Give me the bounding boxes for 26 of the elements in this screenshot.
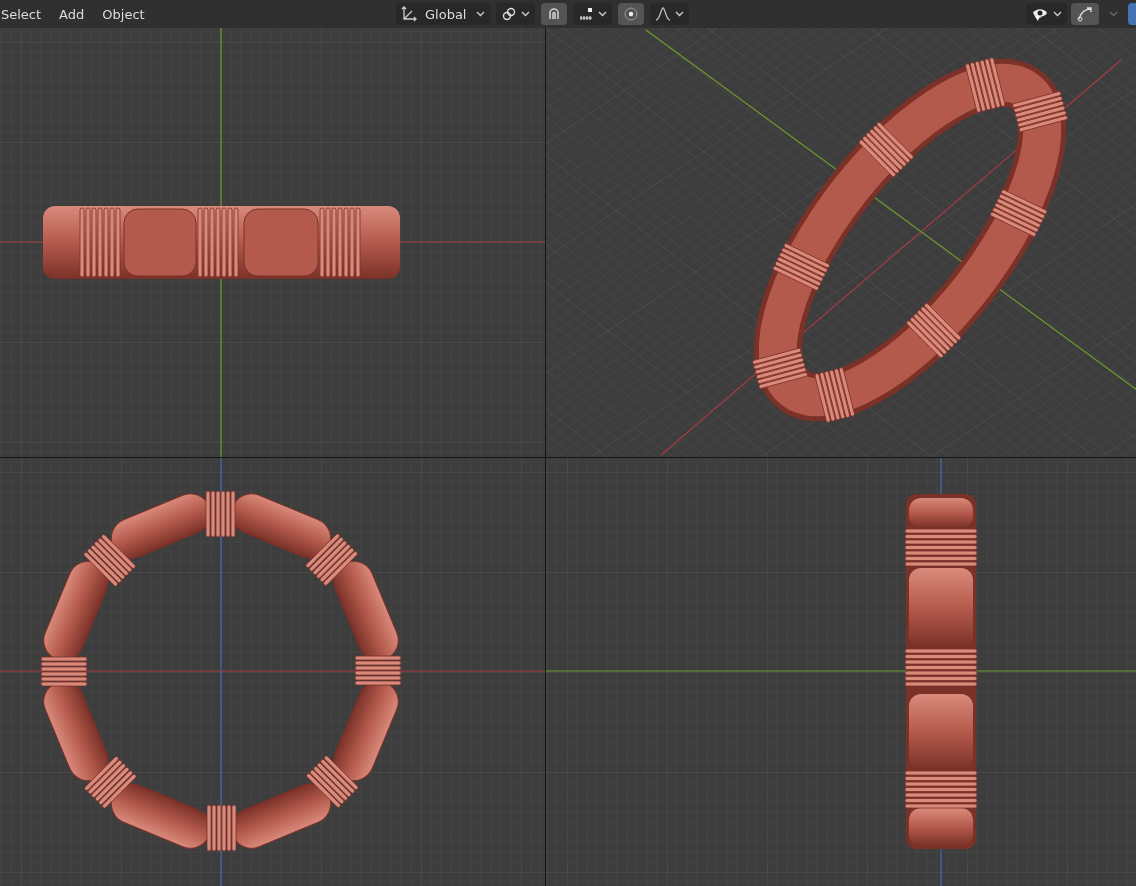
toggle-button[interactable] — [618, 3, 644, 25]
proportional-edit-icon — [623, 6, 639, 22]
dropdown-button[interactable] — [496, 3, 535, 25]
gizmo-icon — [1076, 6, 1094, 22]
dropdown-button[interactable] — [650, 3, 689, 25]
menu-item[interactable]: Add — [59, 4, 85, 24]
toggle-button[interactable] — [1071, 3, 1099, 25]
caret-icon — [476, 11, 485, 17]
axes-icon — [401, 6, 417, 22]
side-viewport[interactable] — [546, 457, 1136, 886]
caret-icon — [521, 11, 530, 17]
perspective-viewport[interactable] — [546, 28, 1136, 457]
menu-item[interactable]: Select — [1, 4, 42, 24]
caret-icon — [598, 11, 607, 17]
caret-icon — [1109, 11, 1118, 17]
falloff-curve-icon — [655, 6, 671, 22]
caret-icon — [1053, 11, 1062, 17]
top-viewport[interactable] — [0, 457, 545, 886]
menu-item[interactable]: Object — [102, 4, 145, 24]
toggle-button[interactable] — [541, 3, 567, 25]
dropdown-button[interactable] — [1026, 3, 1067, 25]
caret-icon — [675, 11, 684, 17]
eye-icon — [1031, 6, 1049, 22]
magnet-icon — [546, 6, 562, 22]
orientation-dropdown[interactable]: Global — [396, 3, 490, 25]
dropdown-button[interactable] — [573, 3, 612, 25]
